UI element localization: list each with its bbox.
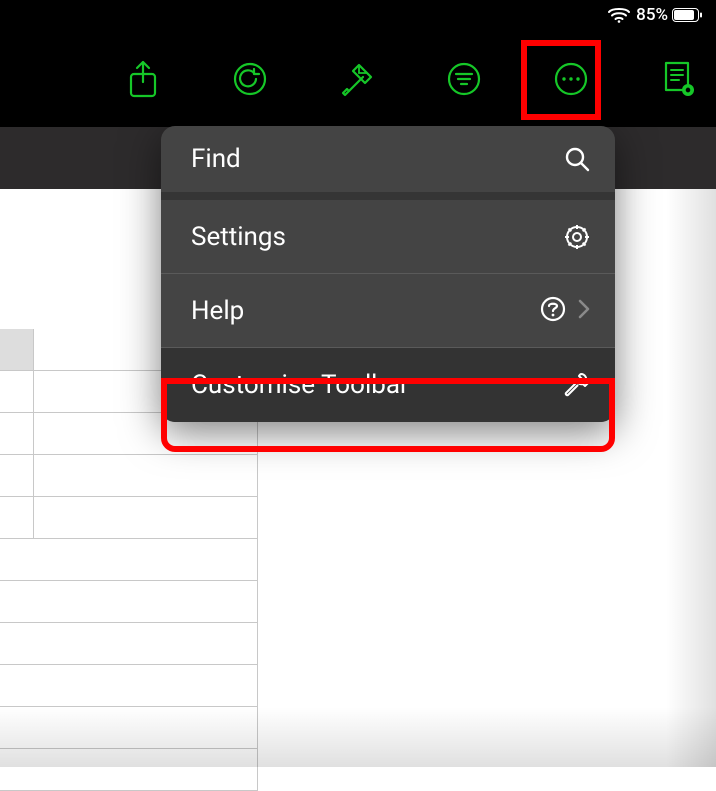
grid-row (0, 497, 258, 539)
share-icon (127, 60, 159, 98)
chevron-right-icon (577, 298, 591, 324)
grid-row[interactable] (0, 665, 258, 707)
grid-row[interactable] (0, 581, 258, 623)
format-button[interactable] (335, 57, 379, 101)
menu-item-label: Find (191, 144, 241, 174)
grid-cell[interactable] (0, 455, 34, 497)
grid-row[interactable] (0, 707, 258, 749)
menu-item-label: Settings (191, 222, 286, 252)
menu-item-label: Customise Toolbar (191, 370, 409, 400)
gear-icon (563, 223, 591, 251)
grid-row (0, 455, 258, 497)
format-paint-icon (339, 61, 375, 97)
more-button[interactable] (549, 57, 593, 101)
status-bar: 85% (0, 0, 716, 30)
battery-status: 85% (636, 5, 702, 25)
app-toolbar (0, 30, 716, 127)
battery-percentage: 85% (636, 5, 668, 25)
grid-cell[interactable] (0, 497, 34, 539)
grid-row[interactable] (0, 749, 258, 791)
grid-row[interactable] (0, 623, 258, 665)
search-icon (563, 145, 591, 173)
grid-row[interactable] (0, 539, 258, 581)
grid-cell[interactable] (0, 413, 34, 455)
help-icon (539, 295, 567, 327)
undo-button[interactable] (228, 57, 272, 101)
menu-item-customise-toolbar[interactable]: Customise Toolbar (161, 348, 615, 422)
grid-cell[interactable] (34, 455, 258, 497)
filter-button[interactable] (442, 57, 486, 101)
grid-header-cell[interactable] (0, 329, 34, 371)
more-menu-popover: Find Settings Help (161, 126, 615, 422)
vignette (666, 189, 716, 767)
menu-item-label: Help (191, 296, 244, 326)
undo-icon (232, 61, 268, 97)
share-button[interactable] (121, 57, 165, 101)
reading-view-button[interactable] (656, 57, 700, 101)
menu-item-help[interactable]: Help (161, 274, 615, 348)
menu-item-find[interactable]: Find (161, 126, 615, 200)
battery-icon (672, 8, 702, 22)
more-icon (553, 61, 589, 97)
wifi-icon (608, 7, 630, 23)
grid-cell[interactable] (0, 371, 34, 413)
filter-icon (446, 61, 482, 97)
menu-item-settings[interactable]: Settings (161, 200, 615, 274)
wrench-icon (561, 370, 591, 400)
grid-cell[interactable] (34, 497, 258, 539)
reading-view-icon (660, 60, 696, 98)
